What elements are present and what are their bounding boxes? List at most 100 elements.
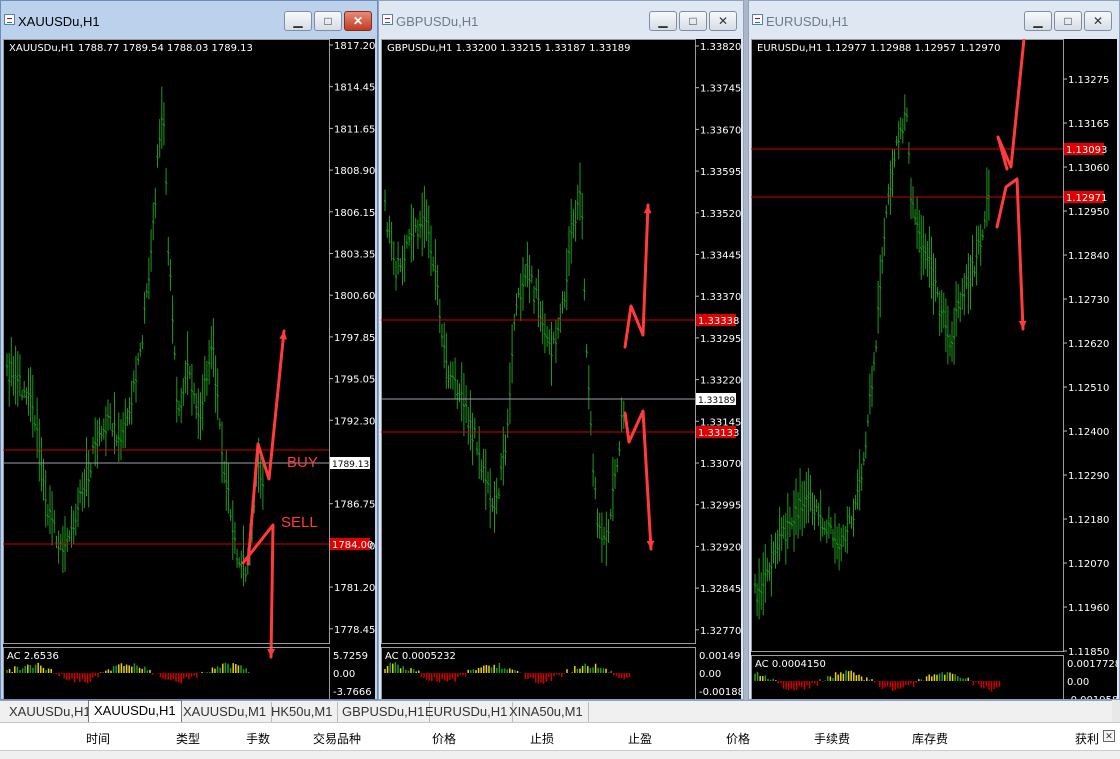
tab-hk50-m1[interactable]: HK50u,M1 xyxy=(266,702,339,722)
column-take-profit[interactable]: 止盈 xyxy=(628,730,652,747)
price-axis-label: 1.12290 xyxy=(1068,471,1109,482)
level-price-label: 1784.00 xyxy=(332,540,373,551)
chart-window-gbpusd[interactable]: GBPUSDu,H1 ▁ □ ✕ GBPUSDu,H1 1.33200 1.33… xyxy=(378,0,744,700)
chart-pane[interactable]: EURUSDu,H1 1.12977 1.12988 1.12957 1.129… xyxy=(751,39,1117,699)
price-axis-label: 1.12070 xyxy=(1068,559,1109,570)
price-bar-tick xyxy=(44,498,48,502)
chart-window-xauusd[interactable]: XAUUSDu,H1 ▁ □ ✕ XAUUSDu,H1 1788.77 1789… xyxy=(0,0,378,700)
chart-pane[interactable]: GBPUSDu,H1 1.33200 1.33215 1.33187 1.331… xyxy=(381,39,741,699)
price-axis-label: 1800.60 xyxy=(334,291,375,302)
price-bar-tick xyxy=(878,285,882,289)
price-bar-tick xyxy=(839,544,843,547)
price-bar-tick xyxy=(475,448,479,451)
price-bar-tick xyxy=(532,299,536,303)
price-bar-tick xyxy=(469,419,472,423)
price-bar-tick xyxy=(78,491,82,494)
price-bar-tick xyxy=(179,405,183,408)
price-bar-tick xyxy=(414,224,418,228)
column-swap[interactable]: 库存费 xyxy=(912,730,948,747)
price-bar-tick xyxy=(811,508,814,512)
price-axis-label: 1.32920 xyxy=(700,542,741,553)
price-bar-tick xyxy=(541,322,545,325)
price-axis-label: 1.12950 xyxy=(1068,207,1109,218)
price-bar-tick xyxy=(539,316,542,319)
column-time[interactable]: 时间 xyxy=(86,730,110,747)
price-bar-tick xyxy=(530,274,534,277)
price-bar-tick xyxy=(506,423,510,426)
price-bar-tick xyxy=(800,508,804,512)
arrow-head-icon xyxy=(267,648,276,657)
maximize-button[interactable]: □ xyxy=(679,11,707,31)
chart-window-icon xyxy=(4,14,15,25)
price-bar-tick xyxy=(477,452,481,455)
current-price-label: 1.33189 xyxy=(698,396,735,406)
tab-gbpusd-h1[interactable]: GBPUSDu,H1 xyxy=(337,702,431,722)
price-bar-tick xyxy=(83,487,86,491)
drawn-arrow xyxy=(246,329,286,566)
price-bar-tick xyxy=(977,239,981,243)
tab-xauusd-h1[interactable]: XAUUSDu,H1 xyxy=(4,702,97,722)
column-current-price[interactable]: 价格 xyxy=(726,730,750,747)
chart-pane[interactable]: XAUUSDu,H1 1788.77 1789.54 1788.03 1789.… xyxy=(3,39,375,699)
price-bar-tick xyxy=(960,293,964,297)
price-chart[interactable]: EURUSDu,H1 1.12977 1.12988 1.12957 1.129… xyxy=(751,39,1117,699)
tab-eurusd-h1[interactable]: EURUSDu,H1 xyxy=(420,702,514,722)
price-bar-tick xyxy=(915,222,919,226)
price-bar-tick xyxy=(591,469,595,473)
price-bar-tick xyxy=(556,327,560,331)
minimize-button[interactable]: ▁ xyxy=(1024,11,1052,31)
tab-xauusd-m1[interactable]: XAUUSDu,M1 xyxy=(178,702,273,722)
price-bar-tick xyxy=(897,139,901,143)
column-stop-loss[interactable]: 止损 xyxy=(530,730,554,747)
column-volume[interactable]: 手数 xyxy=(246,730,270,747)
price-bar-tick xyxy=(954,308,958,312)
price-bar-tick xyxy=(852,517,855,521)
price-axis-label: 1.33295 xyxy=(700,334,741,345)
close-button[interactable]: ✕ xyxy=(344,11,372,31)
window-titlebar[interactable]: GBPUSDu,H1 ▁ □ ✕ xyxy=(379,1,743,39)
price-bar-tick xyxy=(199,415,202,419)
price-bar-tick xyxy=(25,395,28,399)
minimize-button[interactable]: ▁ xyxy=(649,11,677,31)
price-bar-tick xyxy=(572,223,575,226)
price-bar-tick xyxy=(412,234,415,237)
price-axis-label: 1811.65 xyxy=(334,124,375,135)
price-bar-tick xyxy=(20,394,24,398)
price-bar-tick xyxy=(819,515,823,518)
price-chart[interactable]: XAUUSDu,H1 1788.77 1789.54 1788.03 1789.… xyxy=(3,39,375,699)
close-icon[interactable]: ✕ xyxy=(1103,730,1115,742)
column-profit[interactable]: 获利 xyxy=(1075,730,1099,747)
column-price[interactable]: 价格 xyxy=(432,730,456,747)
maximize-button[interactable]: □ xyxy=(314,11,342,31)
tab-xauusd-h1-active[interactable]: XAUUSDu,H1 xyxy=(88,700,182,722)
window-titlebar[interactable]: XAUUSDu,H1 ▁ □ ✕ xyxy=(1,1,377,39)
price-bar-tick xyxy=(587,386,591,390)
column-commission[interactable]: 手续费 xyxy=(814,730,850,747)
price-bar-tick xyxy=(52,521,56,524)
price-bar-tick xyxy=(166,250,170,254)
price-bar-tick xyxy=(126,416,129,420)
price-bar-tick xyxy=(979,244,983,248)
window-titlebar[interactable]: EURUSDu,H1 ▁ □ ✕ xyxy=(749,1,1119,39)
close-button[interactable]: ✕ xyxy=(709,11,737,31)
price-bar-tick xyxy=(257,464,260,468)
chart-window-eurusd[interactable]: EURUSDu,H1 ▁ □ ✕ EURUSDu,H1 1.12977 1.12… xyxy=(748,0,1120,700)
tabs-scroll-area[interactable] xyxy=(1112,700,1120,722)
price-bar-tick xyxy=(162,123,166,127)
column-type[interactable]: 类型 xyxy=(176,730,200,747)
price-bar-tick xyxy=(471,438,474,442)
price-chart[interactable]: GBPUSDu,H1 1.33200 1.33215 1.33187 1.331… xyxy=(381,39,741,699)
close-button[interactable]: ✕ xyxy=(1084,11,1112,31)
price-bar-tick xyxy=(205,377,209,381)
price-axis-label: 1.12510 xyxy=(1068,383,1109,394)
price-bar-tick xyxy=(394,275,398,279)
tab-xina50-m1[interactable]: XINA50u,M1 xyxy=(504,702,589,722)
column-symbol[interactable]: 交易品种 xyxy=(313,730,361,747)
price-bar-tick xyxy=(872,361,876,365)
price-bar-tick xyxy=(93,441,97,445)
indicator-scale-label: 0.00 xyxy=(1067,677,1089,688)
price-bar-tick xyxy=(786,520,790,524)
price-bar-tick xyxy=(956,300,960,304)
maximize-button[interactable]: □ xyxy=(1054,11,1082,31)
minimize-button[interactable]: ▁ xyxy=(284,11,312,31)
